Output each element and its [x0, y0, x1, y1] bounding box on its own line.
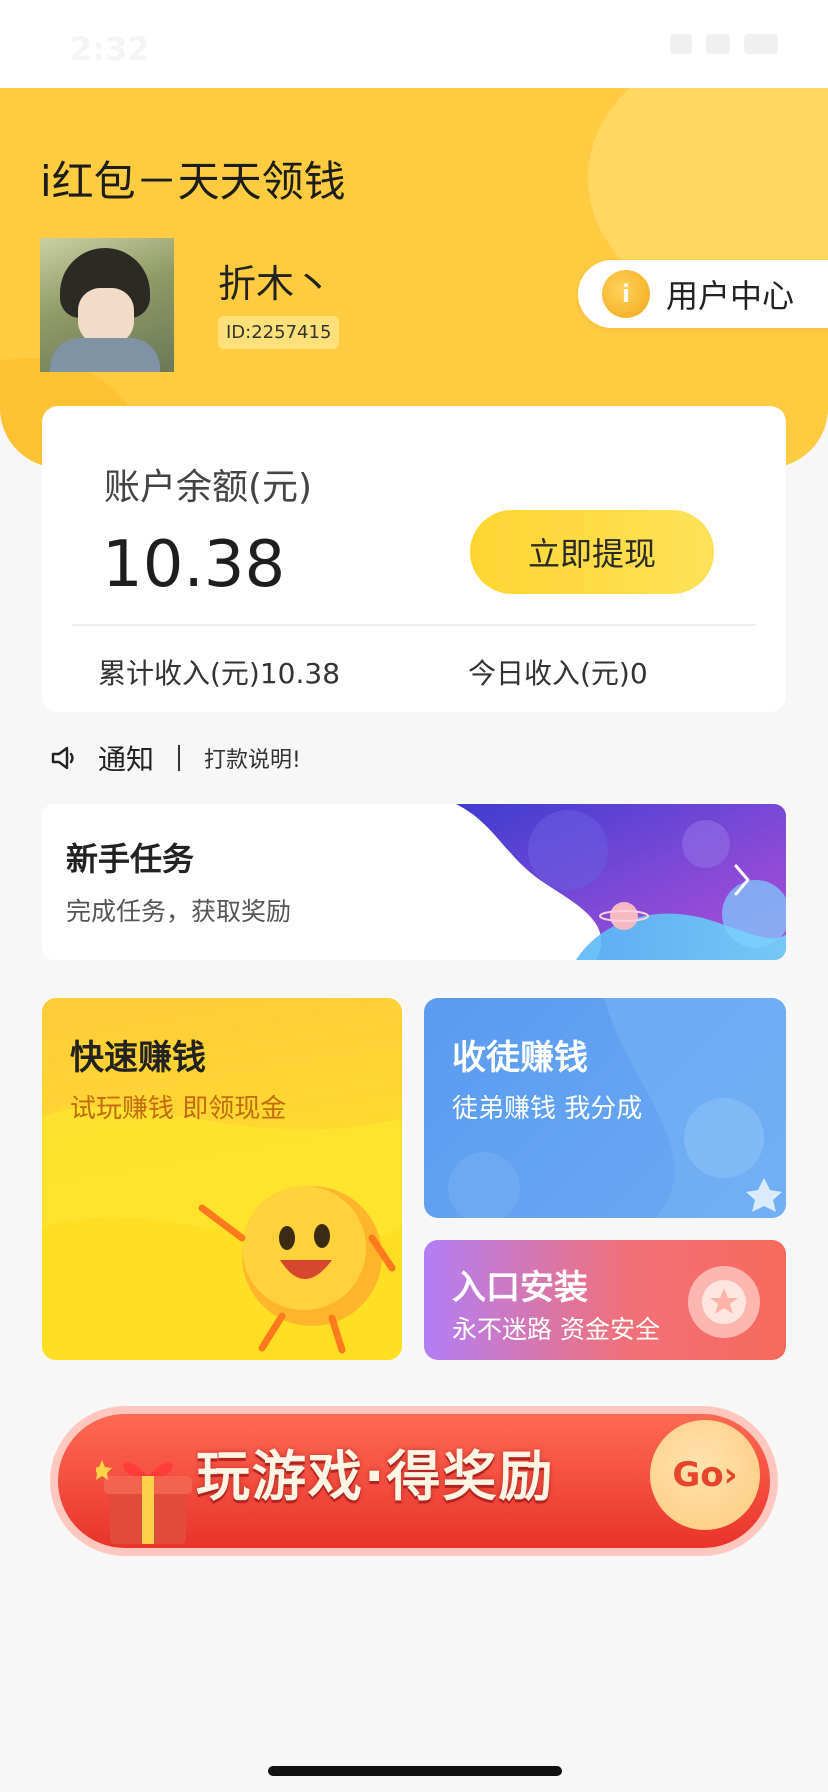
banner-text: 玩游戏·得奖励	[196, 1445, 555, 1508]
quick-earn-tile[interactable]: 快速赚钱 试玩赚钱 即领现金	[42, 998, 402, 1360]
signal-icon	[670, 34, 692, 54]
quick-earn-subtitle: 试玩赚钱 即领现金	[70, 1094, 287, 1124]
home-indicator	[268, 1766, 562, 1776]
user-center-button[interactable]: i 用户中心	[578, 260, 828, 328]
balance-value: 10.38	[102, 528, 286, 602]
user-center-label: 用户中心	[666, 277, 795, 315]
notice-bar[interactable]: 通知 打款说明!	[50, 738, 301, 778]
app-title: i红包－天天领钱	[40, 157, 346, 206]
install-entry-title: 入口安装	[452, 1268, 588, 1308]
avatar-face	[78, 288, 134, 344]
balance-card: 账户余额(元) 10.38 立即提现 累计收入(元)10.38 今日收入(元)0	[42, 406, 786, 712]
divider	[72, 624, 756, 626]
status-time: 2:32	[70, 30, 150, 68]
newbie-task-card[interactable]: 新手任务 完成任务，获取奖励	[42, 804, 786, 960]
newbie-task-subtitle: 完成任务，获取奖励	[66, 897, 292, 926]
install-entry-tile[interactable]: 入口安装 永不迷路 资金安全	[424, 1240, 786, 1360]
status-bar: 2:32	[0, 0, 828, 88]
balance-title: 账户余额(元)	[104, 467, 313, 508]
recruit-earn-tile[interactable]: 收徒赚钱 徒弟赚钱 我分成	[424, 998, 786, 1218]
notice-text[interactable]: 打款说明!	[204, 742, 301, 774]
newbie-task-title: 新手任务	[66, 840, 195, 878]
wifi-icon	[706, 34, 730, 54]
go-button[interactable]: Go›	[650, 1420, 760, 1530]
withdraw-button[interactable]: 立即提现	[470, 510, 714, 594]
recruit-earn-title: 收徒赚钱	[452, 1038, 588, 1078]
quick-earn-title: 快速赚钱	[70, 1038, 206, 1078]
avatar[interactable]	[40, 238, 174, 372]
shield-key-icon	[688, 1266, 760, 1338]
today-income: 今日收入(元)0	[468, 657, 648, 690]
status-icons	[670, 34, 778, 54]
notice-separator	[178, 745, 181, 771]
avatar-shirt	[50, 338, 160, 372]
play-game-banner[interactable]: 玩游戏·得奖励 Go›	[44, 1388, 784, 1566]
battery-icon	[744, 34, 778, 54]
user-id-badge: ID:2257415	[218, 316, 340, 349]
username: 折木丶	[218, 262, 333, 306]
chevron-right-icon	[734, 864, 750, 896]
install-entry-subtitle: 永不迷路 资金安全	[452, 1315, 660, 1344]
coin-badge-icon: i	[602, 270, 650, 318]
total-income: 累计收入(元)10.38	[98, 657, 341, 690]
recruit-earn-subtitle: 徒弟赚钱 我分成	[452, 1094, 643, 1124]
notice-label: 通知	[98, 743, 155, 776]
speaker-icon	[51, 746, 74, 770]
gift-box-icon	[96, 1460, 192, 1544]
